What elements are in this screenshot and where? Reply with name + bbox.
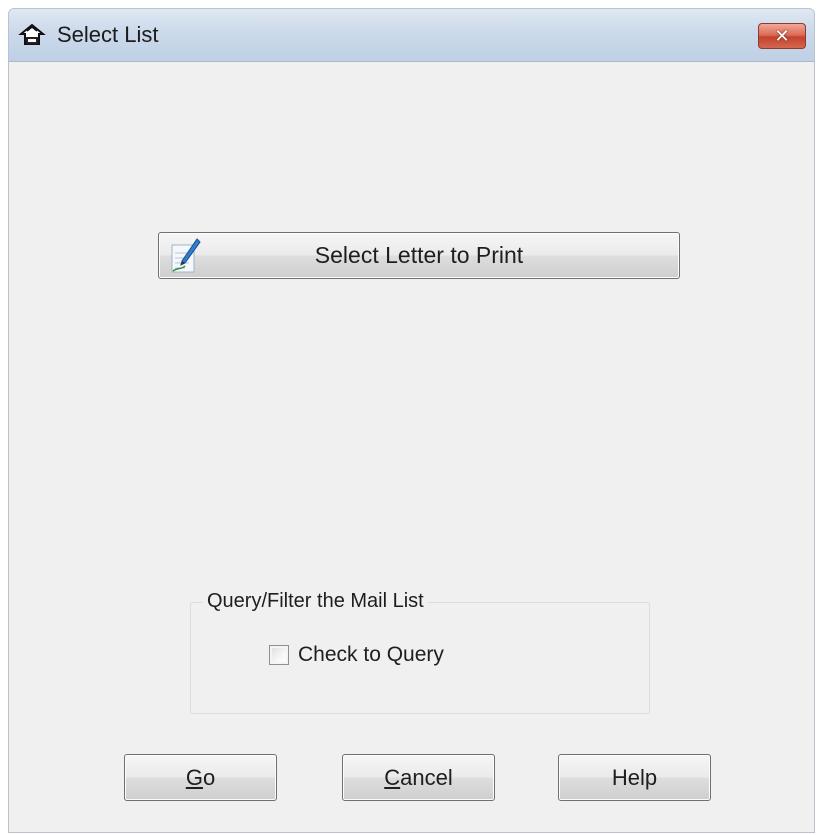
cancel-label: Cancel: [384, 765, 452, 791]
go-mnemonic: G: [185, 764, 203, 790]
letter-pen-icon: [171, 238, 201, 273]
help-button[interactable]: Help: [558, 754, 711, 801]
window-title: Select List: [57, 22, 159, 47]
cancel-label-rest: ancel: [400, 764, 453, 790]
group-legend: Query/Filter the Mail List: [203, 587, 428, 615]
query-checkbox[interactable]: [269, 645, 289, 665]
go-label-rest: o: [202, 764, 216, 790]
printer-icon: [18, 23, 46, 45]
query-checkbox-label[interactable]: Check to Query: [298, 643, 444, 667]
title-bar[interactable]: Select List ✕: [9, 9, 814, 62]
help-label: Help: [611, 764, 658, 790]
go-button[interactable]: Go: [124, 754, 277, 801]
close-icon: ✕: [774, 25, 790, 47]
select-list-dialog: Select List ✕ Select Letter to Print Que…: [8, 8, 815, 833]
go-label: Go: [186, 765, 215, 791]
select-letter-button[interactable]: Select Letter to Print: [158, 232, 680, 279]
query-filter-group: Query/Filter the Mail List Check to Quer…: [190, 587, 650, 714]
cancel-mnemonic: C: [384, 764, 401, 790]
query-checkbox-row[interactable]: Check to Query: [269, 643, 444, 667]
select-letter-label: Select Letter to Print: [314, 242, 524, 268]
close-button[interactable]: ✕: [758, 23, 806, 49]
cancel-button[interactable]: Cancel: [342, 754, 495, 801]
